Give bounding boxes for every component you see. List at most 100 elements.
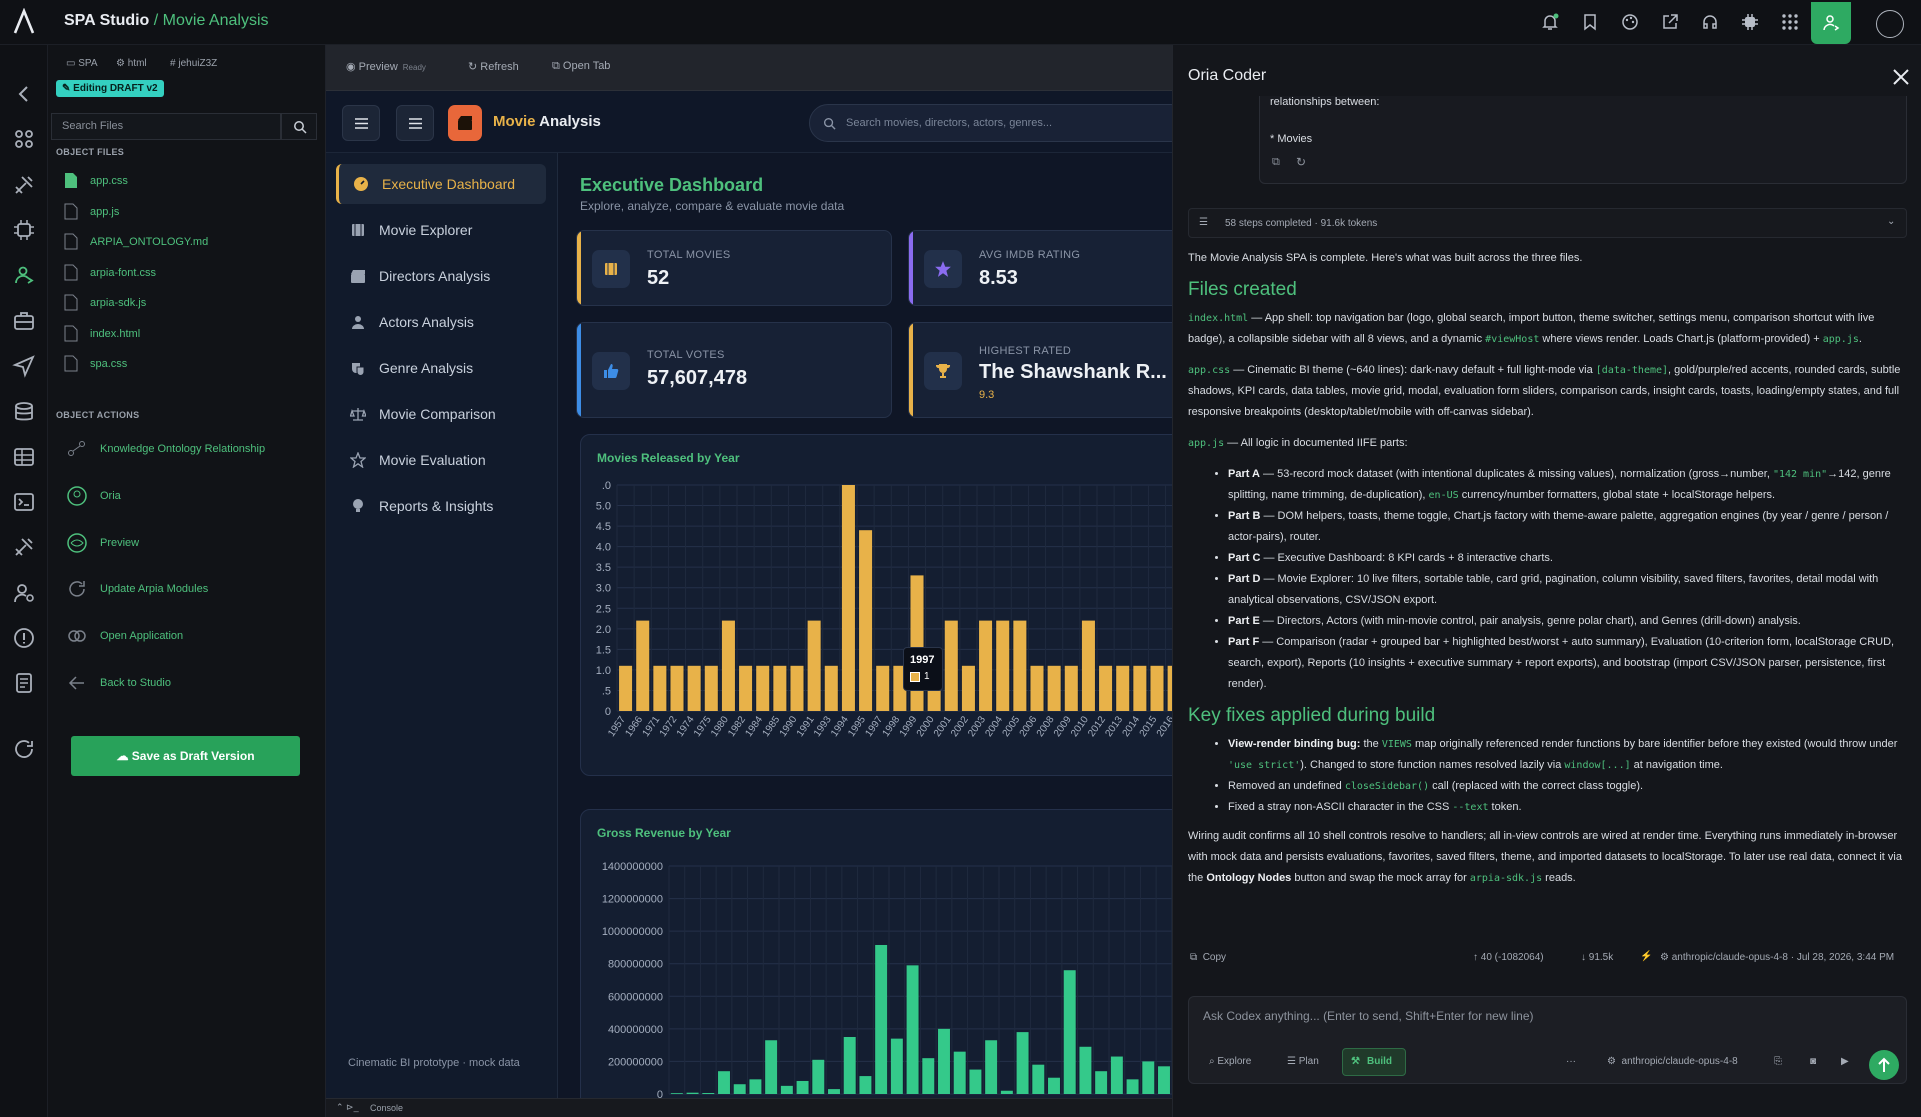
copy-icon[interactable]: ⧉ <box>1272 156 1280 169</box>
document-icon[interactable] <box>12 671 36 695</box>
settings-chip-icon[interactable] <box>1740 12 1760 32</box>
bolt-icon: ⚡ <box>1640 951 1653 962</box>
draft-badge: ✎ Editing DRAFT v2 <box>56 80 164 97</box>
app-logo-icon[interactable] <box>10 8 38 36</box>
apps-grid-icon[interactable] <box>1780 12 1800 32</box>
page-title: Executive Dashboard <box>580 175 764 195</box>
breadcrumb-app[interactable]: SPA Studio <box>64 12 149 29</box>
y-tick-label: 3.0 <box>596 583 611 595</box>
save-draft-button[interactable]: ☁ Save as Draft Version <box>71 736 300 776</box>
share-icon[interactable] <box>1660 12 1680 32</box>
bar <box>718 1071 730 1094</box>
refresh-icon[interactable] <box>12 737 36 761</box>
bar <box>756 665 770 711</box>
bar <box>739 665 753 711</box>
more-options-button[interactable]: ··· <box>1566 1048 1576 1076</box>
nav-genre-analysis[interactable]: Genre Analysis <box>336 348 546 388</box>
bar <box>922 1058 935 1094</box>
nav-actors-analysis[interactable]: Actors Analysis <box>336 302 546 342</box>
kpi-card[interactable]: TOTAL VOTES 57,607,478 <box>576 322 892 418</box>
refresh-button[interactable]: ↻ Refresh <box>468 60 519 73</box>
notification-bell-icon[interactable] <box>1540 12 1560 32</box>
x-tick-label: 2010 <box>1069 714 1091 739</box>
oria-icon <box>67 486 87 506</box>
retry-icon[interactable]: ↻ <box>1296 155 1306 169</box>
briefcase-icon[interactable] <box>12 309 36 333</box>
y-tick-label: .5 <box>602 685 611 697</box>
model-selector[interactable]: ⚙ anthropic/claude-opus-4-8 <box>1607 1048 1738 1076</box>
send-button[interactable] <box>1869 1050 1899 1080</box>
kpi-card[interactable]: AVG IMDB RATING 8.53 <box>908 230 1172 306</box>
search-files-input[interactable]: Search Files <box>51 113 281 140</box>
chevron-down-icon[interactable]: ⌄ <box>1887 216 1895 227</box>
steps-summary[interactable]: ☰ 58 steps completed · 91.6k tokens ⌄ <box>1188 208 1907 238</box>
chat-input[interactable]: Ask Codex anything... (Enter to send, Sh… <box>1188 996 1907 1040</box>
attach-icon[interactable]: ⎘ <box>1774 1048 1782 1076</box>
x-tick-label: 1991 <box>795 714 817 739</box>
bar <box>670 1093 683 1094</box>
explore-button[interactable]: ⌕ Explore <box>1209 1048 1251 1076</box>
chip-icon[interactable] <box>12 218 36 242</box>
console-bar[interactable]: ⌃ ⊳_ Console <box>326 1098 1172 1117</box>
preview-toolbar: ◉ Preview Ready ↻ Refresh ⧉ Open Tab <box>326 45 1172 91</box>
oria-coder-panel: Oria Coder relationships between: * Movi… <box>1172 45 1921 1117</box>
bar <box>704 665 718 711</box>
table-icon[interactable] <box>12 445 36 469</box>
bookmark-icon[interactable] <box>1580 12 1600 32</box>
tools-icon[interactable] <box>12 173 36 197</box>
menu-button[interactable] <box>396 105 434 141</box>
terminal-icon[interactable] <box>12 490 36 514</box>
modules-icon[interactable] <box>12 127 36 151</box>
build-button[interactable]: ⚒ Build <box>1342 1048 1406 1076</box>
nav-directors-analysis[interactable]: Directors Analysis <box>336 256 546 296</box>
sidebar-toggle-button[interactable] <box>342 105 380 141</box>
cloud-upload-icon: ☁ <box>116 749 132 763</box>
video-icon[interactable]: ▶ <box>1841 1048 1849 1076</box>
send-icon[interactable] <box>12 354 36 378</box>
film-icon <box>350 222 366 238</box>
nav-movie-evaluation[interactable]: Movie Evaluation <box>336 440 546 480</box>
search-files-button[interactable] <box>281 113 317 140</box>
top-bar: SPA Studio / Movie Analysis <box>0 0 1921 45</box>
y-tick-label: 5.0 <box>596 501 611 513</box>
parts-list: Part A — 53-record mock dataset (with in… <box>1228 464 1908 695</box>
close-icon[interactable] <box>1891 67 1911 87</box>
global-search-input[interactable]: Search movies, directors, actors, genres… <box>809 104 1172 142</box>
bar <box>670 665 684 711</box>
palette-icon[interactable] <box>1620 12 1640 32</box>
x-tick-label: 1974 <box>675 714 697 739</box>
nav-movie-explorer[interactable]: Movie Explorer <box>336 210 546 250</box>
nav-executive-dashboard[interactable]: Executive Dashboard <box>336 164 546 204</box>
user-settings-icon[interactable] <box>12 581 36 605</box>
plan-button[interactable]: ☰ Plan <box>1287 1048 1319 1076</box>
previous-message: relationships between: * Movies ⧉ ↻ <box>1259 96 1907 184</box>
menu-icon <box>409 118 422 129</box>
list-icon: ☰ <box>1199 217 1208 228</box>
database-icon[interactable] <box>12 400 36 424</box>
copy-button[interactable]: ⧉ Copy <box>1190 952 1226 963</box>
menu-icon <box>355 118 368 129</box>
avatar[interactable] <box>1876 10 1904 38</box>
preview-toggle[interactable]: ◉ Preview Ready <box>346 60 426 73</box>
bar <box>796 1080 809 1094</box>
back-chevron-icon[interactable] <box>12 82 36 106</box>
bar <box>890 1038 903 1094</box>
nav-movie-comparison[interactable]: Movie Comparison <box>336 394 546 434</box>
bar <box>1064 665 1078 711</box>
ai-coder-toggle-button[interactable] <box>1811 2 1851 44</box>
kpi-card[interactable]: TOTAL MOVIES 52 <box>576 230 892 306</box>
camera-icon[interactable]: ◙ <box>1810 1048 1816 1076</box>
nav-reports-insights[interactable]: Reports & Insights <box>336 486 546 526</box>
sidebar-footer: Cinematic BI prototype · mock data <box>348 1057 520 1069</box>
ai-coder-icon[interactable] <box>12 263 36 287</box>
y-tick-label: 800000000 <box>608 959 663 971</box>
bar <box>686 1092 699 1094</box>
kpi-card[interactable]: HIGHEST RATED The Shawshank R... 9.3 <box>908 322 1172 418</box>
x-tick-label: 2008 <box>1035 714 1057 739</box>
headset-icon[interactable] <box>1700 12 1720 32</box>
file-icon <box>64 325 78 342</box>
help-icon[interactable] <box>12 626 36 650</box>
open-tab-button[interactable]: ⧉ Open Tab <box>552 60 610 73</box>
x-tick-label: 1998 <box>881 714 903 739</box>
wrench-icon[interactable] <box>12 535 36 559</box>
